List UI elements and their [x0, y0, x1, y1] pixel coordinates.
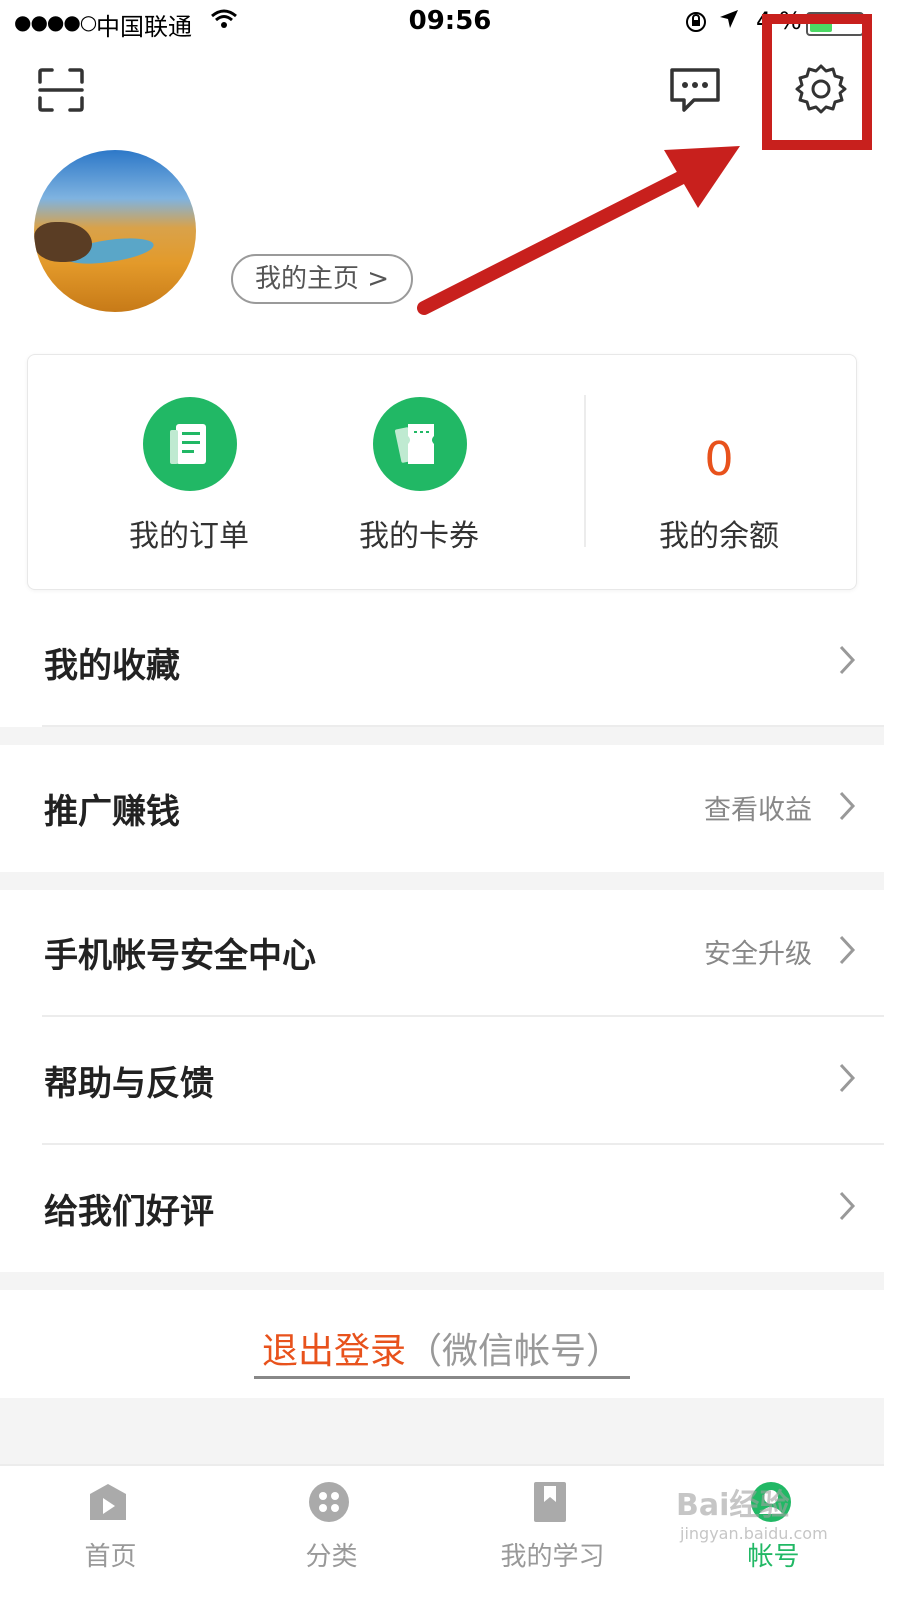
category-icon [307, 1480, 351, 1528]
stats-card: 我的订单 我的卡券 0 我的余额 [27, 354, 857, 590]
tab-category-label: 分类 [305, 1542, 358, 1572]
security-upgrade-text: 安全升级 [704, 939, 812, 970]
chevron-right-icon [838, 934, 856, 970]
avatar-rock [34, 222, 92, 262]
my-balance-label: 我的余额 [659, 519, 779, 554]
tab-my-learning-label: 我的学习 [500, 1542, 605, 1572]
menu-item-help-feedback[interactable]: 帮助与反馈 [0, 1016, 884, 1144]
my-orders-label: 我的订单 [129, 519, 249, 554]
rate-us-label: 给我们好评 [44, 1192, 214, 1232]
logout-section: 退出登录（微信帐号） [0, 1288, 884, 1398]
menu-item-rate-us[interactable]: 给我们好评 [0, 1144, 884, 1272]
my-coupons-button[interactable]: 我的卡券 [304, 355, 534, 591]
my-balance-button[interactable]: 0 我的余额 [604, 355, 834, 591]
watermark-url: jingyan.baidu.com [680, 1524, 828, 1543]
menu-item-favorites[interactable]: 我的收藏 [0, 598, 884, 726]
balance-value: 0 [704, 432, 734, 486]
tab-category[interactable]: 分类 [221, 1466, 442, 1600]
chevron-right-icon [838, 1190, 856, 1226]
baidu-watermark: Bai经验 jingyan.baidu.com [676, 1480, 828, 1543]
chevron-right-icon [838, 790, 856, 826]
bookmark-icon [528, 1480, 572, 1528]
rotation-lock-icon [684, 10, 708, 40]
location-icon [718, 8, 740, 36]
annotation-highlight-box [762, 14, 872, 150]
security-center-label: 手机帐号安全中心 [44, 936, 316, 976]
my-orders-button[interactable]: 我的订单 [74, 355, 304, 591]
promote-label: 推广赚钱 [44, 792, 180, 832]
watermark-text: Bai经验 [676, 1488, 790, 1523]
account-type-note: （微信帐号） [406, 1331, 623, 1372]
coupon-icon [373, 397, 467, 491]
orders-icon [143, 397, 237, 491]
favorites-label: 我的收藏 [44, 646, 180, 686]
stats-divider [584, 395, 586, 547]
message-icon[interactable] [668, 66, 722, 118]
play-icon [86, 1480, 130, 1528]
avatar[interactable] [34, 150, 196, 312]
my-homepage-button[interactable]: 我的主页 > [231, 254, 413, 304]
chevron-right-icon [838, 644, 856, 680]
tab-home[interactable]: 首页 [0, 1466, 221, 1600]
page-background [0, 1398, 884, 1464]
scan-icon[interactable] [38, 68, 84, 116]
logout-label: 退出登录 [261, 1331, 406, 1372]
tab-my-learning[interactable]: 我的学习 [442, 1466, 663, 1600]
view-earnings-text: 查看收益 [704, 795, 812, 826]
logout-link[interactable]: 退出登录（微信帐号） [253, 1322, 631, 1379]
help-feedback-label: 帮助与反馈 [44, 1064, 214, 1104]
my-coupons-label: 我的卡券 [359, 519, 479, 554]
chevron-right-icon [838, 1062, 856, 1098]
section-gap [0, 727, 884, 745]
tab-home-label: 首页 [84, 1542, 137, 1572]
menu-item-promote[interactable]: 推广赚钱 查看收益 [0, 744, 884, 872]
menu-item-security-center[interactable]: 手机帐号安全中心 安全升级 [0, 888, 884, 1016]
